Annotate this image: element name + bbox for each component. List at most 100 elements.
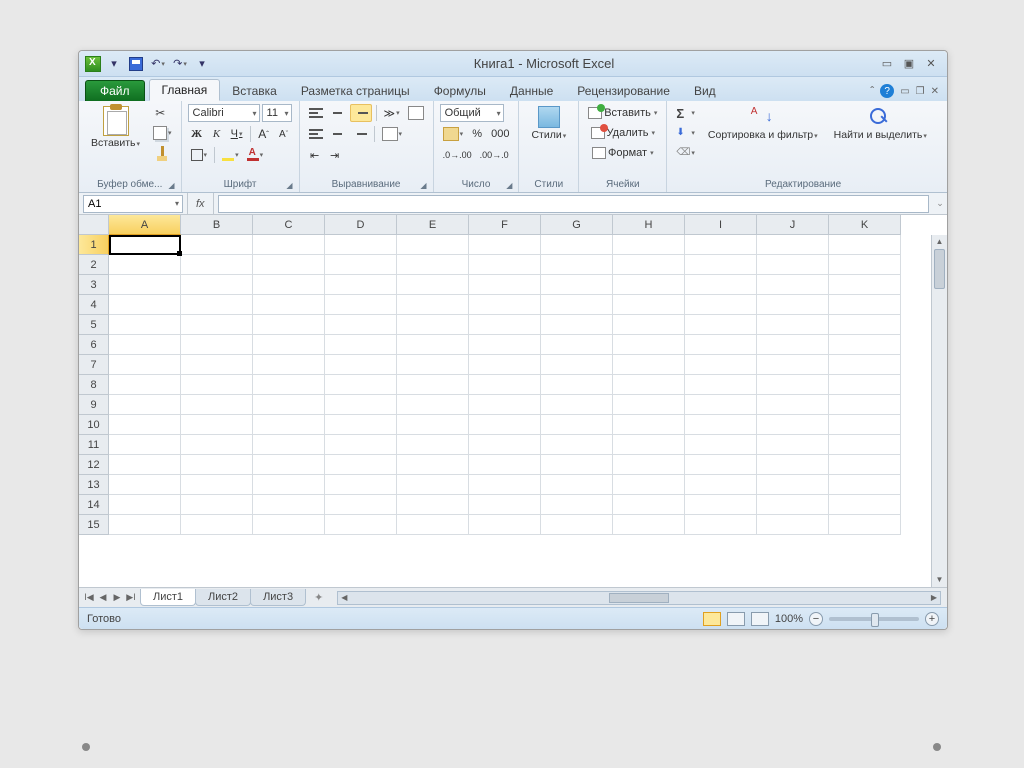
currency-button[interactable]: ▾ — [440, 125, 467, 143]
align-left-button[interactable] — [306, 125, 326, 143]
sheet-tab-3[interactable]: Лист3 — [250, 589, 306, 606]
cell-E10[interactable] — [397, 415, 469, 435]
cell-H11[interactable] — [613, 435, 685, 455]
cell-K10[interactable] — [829, 415, 901, 435]
cell-G2[interactable] — [541, 255, 613, 275]
font-color-button[interactable]: ▾ — [244, 146, 267, 164]
cell-C1[interactable] — [253, 235, 325, 255]
sheet-tab-2[interactable]: Лист2 — [195, 589, 251, 606]
cell-C11[interactable] — [253, 435, 325, 455]
cell-B14[interactable] — [181, 495, 253, 515]
cell-F8[interactable] — [469, 375, 541, 395]
cell-K15[interactable] — [829, 515, 901, 535]
cell-H9[interactable] — [613, 395, 685, 415]
percent-button[interactable]: % — [468, 125, 486, 143]
cell-E11[interactable] — [397, 435, 469, 455]
tab-insert[interactable]: Вставка — [220, 81, 289, 101]
column-header-F[interactable]: F — [469, 215, 541, 235]
cell-F2[interactable] — [469, 255, 541, 275]
cell-J8[interactable] — [757, 375, 829, 395]
cell-B4[interactable] — [181, 295, 253, 315]
cell-D5[interactable] — [325, 315, 397, 335]
decrease-decimal-button[interactable]: .00→.0 — [477, 146, 512, 164]
column-header-C[interactable]: C — [253, 215, 325, 235]
sheet-tab-1[interactable]: Лист1 — [140, 589, 196, 606]
column-header-J[interactable]: J — [757, 215, 829, 235]
cell-A1[interactable] — [109, 235, 181, 255]
cell-H13[interactable] — [613, 475, 685, 495]
cell-J10[interactable] — [757, 415, 829, 435]
cell-K4[interactable] — [829, 295, 901, 315]
row-header-6[interactable]: 6 — [79, 335, 109, 355]
qat-dropdown[interactable]: ▾ — [105, 55, 123, 73]
cell-J5[interactable] — [757, 315, 829, 335]
cell-I1[interactable] — [685, 235, 757, 255]
cell-I3[interactable] — [685, 275, 757, 295]
cell-J7[interactable] — [757, 355, 829, 375]
cell-G4[interactable] — [541, 295, 613, 315]
shrink-font-button[interactable]: Aˇ — [275, 125, 293, 143]
cell-F9[interactable] — [469, 395, 541, 415]
cell-I4[interactable] — [685, 295, 757, 315]
tab-formulas[interactable]: Формулы — [422, 81, 498, 101]
cell-H15[interactable] — [613, 515, 685, 535]
cell-I9[interactable] — [685, 395, 757, 415]
cell-G3[interactable] — [541, 275, 613, 295]
zoom-level[interactable]: 100% — [775, 613, 803, 625]
italic-button[interactable]: К — [208, 125, 226, 143]
cell-E13[interactable] — [397, 475, 469, 495]
fill-color-button[interactable]: ▾ — [219, 146, 242, 164]
horizontal-scrollbar[interactable]: ◀ ▶ — [337, 591, 941, 605]
select-all-corner[interactable] — [79, 215, 109, 235]
qat-customize[interactable]: ▾ — [193, 55, 211, 73]
copy-button[interactable]: ▾ — [150, 124, 175, 142]
cell-H1[interactable] — [613, 235, 685, 255]
cell-E2[interactable] — [397, 255, 469, 275]
cell-G9[interactable] — [541, 395, 613, 415]
cell-D15[interactable] — [325, 515, 397, 535]
cell-D14[interactable] — [325, 495, 397, 515]
fill-button[interactable]: ▾ — [673, 124, 698, 142]
cell-F13[interactable] — [469, 475, 541, 495]
cells-area[interactable] — [109, 235, 931, 587]
cell-F6[interactable] — [469, 335, 541, 355]
cell-B9[interactable] — [181, 395, 253, 415]
cell-H6[interactable] — [613, 335, 685, 355]
cell-F11[interactable] — [469, 435, 541, 455]
align-bottom-button[interactable] — [350, 104, 372, 122]
cell-G13[interactable] — [541, 475, 613, 495]
cell-A5[interactable] — [109, 315, 181, 335]
sheet-prev-button[interactable]: ◀ — [97, 592, 109, 603]
cell-J3[interactable] — [757, 275, 829, 295]
save-button[interactable] — [127, 55, 145, 73]
doc-close-icon[interactable]: ✕ — [931, 86, 939, 97]
cell-C14[interactable] — [253, 495, 325, 515]
comma-button[interactable]: 000 — [488, 125, 512, 143]
cell-G7[interactable] — [541, 355, 613, 375]
cell-E1[interactable] — [397, 235, 469, 255]
cell-D11[interactable] — [325, 435, 397, 455]
cell-K6[interactable] — [829, 335, 901, 355]
cell-B1[interactable] — [181, 235, 253, 255]
cell-H4[interactable] — [613, 295, 685, 315]
vertical-scrollbar[interactable]: ▲ ▼ — [931, 235, 947, 587]
cell-H7[interactable] — [613, 355, 685, 375]
row-header-2[interactable]: 2 — [79, 255, 109, 275]
row-header-8[interactable]: 8 — [79, 375, 109, 395]
cell-I12[interactable] — [685, 455, 757, 475]
orientation-button[interactable]: ≫▾ — [381, 104, 403, 122]
format-painter-button[interactable] — [150, 144, 175, 162]
cell-A6[interactable] — [109, 335, 181, 355]
fx-button[interactable]: fx — [187, 193, 214, 214]
new-sheet-button[interactable]: ✦ — [306, 589, 331, 606]
align-middle-button[interactable] — [328, 104, 348, 122]
minimize-ribbon-icon[interactable]: ˆ — [870, 84, 874, 98]
file-tab[interactable]: Файл — [85, 80, 145, 101]
zoom-in-button[interactable]: + — [925, 612, 939, 626]
cell-D9[interactable] — [325, 395, 397, 415]
column-header-D[interactable]: D — [325, 215, 397, 235]
cell-C7[interactable] — [253, 355, 325, 375]
cell-K3[interactable] — [829, 275, 901, 295]
cell-F15[interactable] — [469, 515, 541, 535]
scroll-right-arrow[interactable]: ▶ — [928, 592, 940, 604]
